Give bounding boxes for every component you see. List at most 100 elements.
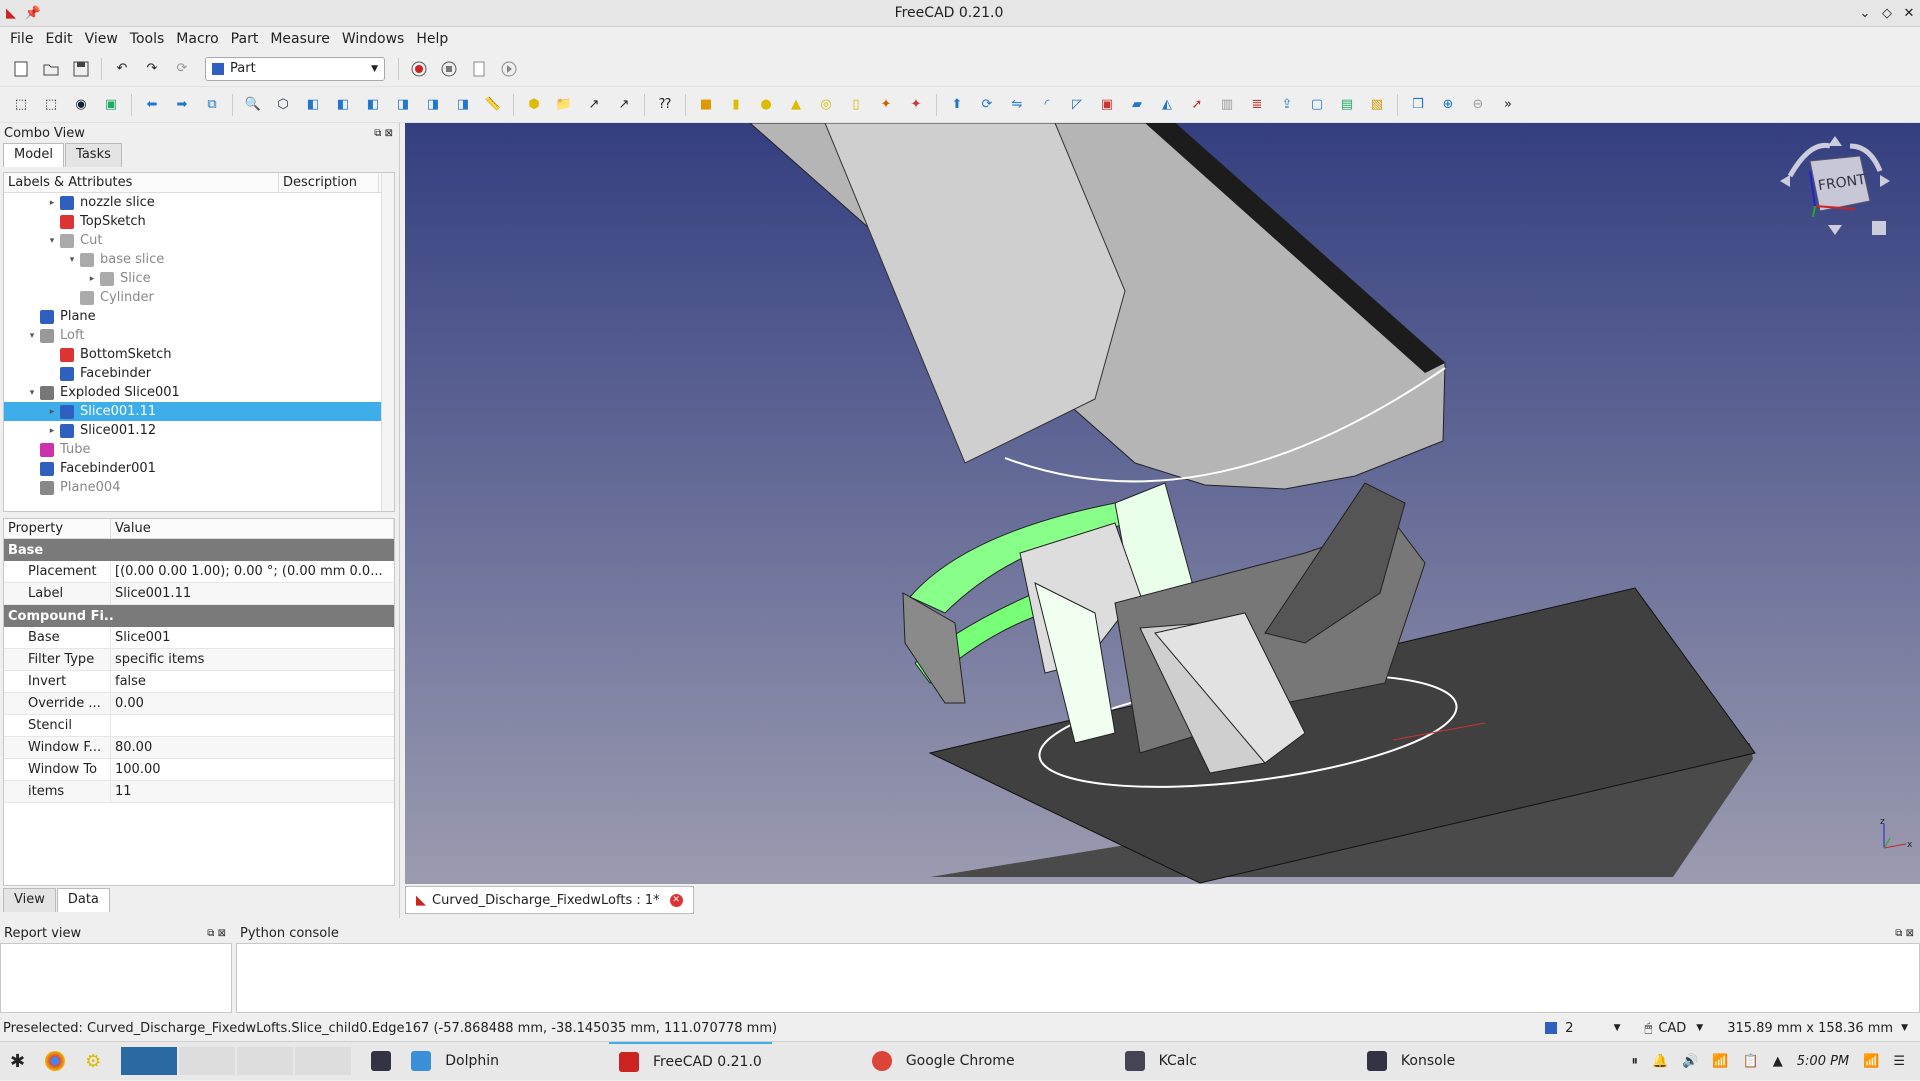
clipboard-icon[interactable]: 📋: [1743, 1054, 1759, 1069]
whats-this-icon[interactable]: ⁇: [654, 94, 676, 116]
new-file-icon[interactable]: [10, 58, 32, 80]
color-per-face-icon[interactable]: ▧: [1366, 94, 1388, 116]
clock[interactable]: 5:00 PM: [1797, 1054, 1849, 1069]
cylinder-tool-icon[interactable]: ▮: [725, 94, 747, 116]
menu-icon[interactable]: ☰: [1893, 1054, 1905, 1069]
chamfer-icon[interactable]: ◸: [1066, 94, 1088, 116]
tree-item[interactable]: Plane: [4, 307, 394, 326]
tree-item[interactable]: ▾ base slice: [4, 250, 394, 269]
dock-buttons[interactable]: ⧉ ⊠: [374, 128, 393, 139]
close-icon[interactable]: ✕: [1898, 6, 1920, 21]
menu-help[interactable]: Help: [410, 31, 454, 47]
wifi-icon[interactable]: 📶: [1712, 1054, 1728, 1069]
tab-view[interactable]: View: [3, 888, 56, 912]
compound-icon[interactable]: ❒: [1407, 94, 1429, 116]
expand-arrow-icon[interactable]: ▾: [24, 388, 40, 398]
tree-item[interactable]: ▸ nozzle slice: [4, 193, 394, 212]
tab-data[interactable]: Data: [56, 888, 110, 912]
link-actions-icon[interactable]: ↗: [613, 94, 635, 116]
part-icon[interactable]: ⬢: [523, 94, 545, 116]
refresh-icon[interactable]: ⟳: [171, 58, 193, 80]
view-up-arrow-icon[interactable]: [1828, 136, 1842, 146]
tree-item[interactable]: ▾ Cut: [4, 231, 394, 250]
forward-icon[interactable]: ➡: [171, 94, 193, 116]
more-tools-icon[interactable]: »: [1497, 94, 1519, 116]
desktop-pager[interactable]: [111, 1042, 361, 1081]
mirror-icon[interactable]: ⇋: [1006, 94, 1028, 116]
fillet-icon[interactable]: ◜: [1036, 94, 1058, 116]
expand-arrow-icon[interactable]: ▾: [64, 255, 80, 265]
make-link-icon[interactable]: ↗: [583, 94, 605, 116]
cone-tool-icon[interactable]: ▲: [785, 94, 807, 116]
navigation-cube[interactable]: FRONT: [1780, 131, 1890, 241]
package-launcher-icon[interactable]: ⚙: [75, 1042, 111, 1081]
chrome-launcher-icon[interactable]: [35, 1042, 75, 1081]
property-value[interactable]: Slice001: [111, 630, 394, 645]
save-icon[interactable]: [70, 58, 92, 80]
terminal-launcher-icon[interactable]: [361, 1042, 401, 1081]
macros-icon[interactable]: [468, 58, 490, 80]
fit-selection-icon[interactable]: ⬚: [40, 94, 62, 116]
expand-arrow-icon[interactable]: ▾: [24, 331, 40, 341]
property-group-header[interactable]: Compound Fi..: [4, 605, 394, 627]
tree-item[interactable]: ▾ Exploded Slice001: [4, 383, 394, 402]
bounding-box-icon[interactable]: ▣: [100, 94, 122, 116]
tree-item[interactable]: Tube: [4, 440, 394, 459]
notification-icon[interactable]: 🔔: [1652, 1054, 1668, 1069]
offset-icon[interactable]: ⇪: [1276, 94, 1298, 116]
pause-icon[interactable]: ⏸: [1632, 1054, 1639, 1069]
zoom-icon[interactable]: 🔍: [242, 94, 264, 116]
close-tab-icon[interactable]: ✕: [669, 893, 683, 907]
navigation-style[interactable]: 🖱 CAD ▼: [1645, 1021, 1704, 1036]
sweep-icon[interactable]: ➚: [1186, 94, 1208, 116]
document-tab[interactable]: ◣ Curved_Discharge_FixedwLofts : 1* ✕: [405, 886, 694, 914]
network-icon[interactable]: 📶: [1863, 1054, 1879, 1069]
expand-arrow-icon[interactable]: ▸: [44, 426, 60, 436]
tab-model[interactable]: Model: [3, 143, 65, 167]
app-launcher-icon[interactable]: ✱: [0, 1042, 35, 1081]
pin-icon[interactable]: 📌: [22, 6, 44, 21]
property-value[interactable]: specific items: [111, 652, 394, 667]
property-value[interactable]: 11: [111, 784, 394, 799]
menu-macro[interactable]: Macro: [170, 31, 224, 47]
menu-view[interactable]: View: [79, 31, 124, 47]
property-row[interactable]: Window F... 80.00: [4, 737, 394, 759]
view-right-arrow-icon[interactable]: [1880, 175, 1890, 187]
tree-item[interactable]: Facebinder: [4, 364, 394, 383]
tube-tool-icon[interactable]: ▯: [845, 94, 867, 116]
link-icon[interactable]: ⧉: [201, 94, 223, 116]
undo-icon[interactable]: ↶: [111, 58, 133, 80]
bottom-view-icon[interactable]: ◨: [422, 94, 444, 116]
right-view-icon[interactable]: ◧: [362, 94, 384, 116]
ring-left-wall[interactable]: [902, 592, 966, 704]
3d-viewport[interactable]: FRONT zx: [405, 122, 1920, 884]
torus-tool-icon[interactable]: ◎: [815, 94, 837, 116]
tray-expand-icon[interactable]: ▲: [1773, 1054, 1783, 1069]
expand-arrow-icon[interactable]: ▾: [44, 236, 60, 246]
menu-file[interactable]: File: [4, 31, 39, 47]
property-row[interactable]: Invert false: [4, 671, 394, 693]
view-left-arrow-icon[interactable]: [1780, 175, 1790, 187]
report-dock-buttons[interactable]: ⧉ ⊠: [207, 928, 226, 939]
draw-style-icon[interactable]: ◉: [70, 94, 92, 116]
property-value[interactable]: [(0.00 0.00 1.00); 0.00 °; (0.00 mm 0.0.…: [111, 564, 394, 579]
section-icon[interactable]: ▥: [1216, 94, 1238, 116]
menu-measure[interactable]: Measure: [264, 31, 336, 47]
tree-header-description[interactable]: Description: [279, 173, 379, 192]
measure-icon[interactable]: 📏: [482, 94, 504, 116]
front-view-icon[interactable]: ◧: [302, 94, 324, 116]
python-console-input[interactable]: [236, 943, 1920, 1013]
property-row[interactable]: items 11: [4, 781, 394, 803]
revolve-icon[interactable]: ⟳: [976, 94, 998, 116]
dimension-readout[interactable]: 315.89 mm x 158.36 mm ▼: [1727, 1021, 1908, 1036]
property-value[interactable]: 100.00: [111, 762, 394, 777]
task-dolphin[interactable]: Dolphin: [401, 1042, 509, 1081]
property-value[interactable]: Slice001.11: [111, 586, 394, 601]
back-icon[interactable]: ⬅: [141, 94, 163, 116]
tree-item[interactable]: Facebinder001: [4, 459, 394, 478]
property-row[interactable]: Base Slice001: [4, 627, 394, 649]
maximize-icon[interactable]: ◇: [1876, 6, 1898, 21]
cut-tool-icon[interactable]: ⊖: [1467, 94, 1489, 116]
workbench-selector[interactable]: Part ▼: [205, 56, 385, 81]
task-freecad[interactable]: FreeCAD 0.21.0: [609, 1041, 772, 1081]
